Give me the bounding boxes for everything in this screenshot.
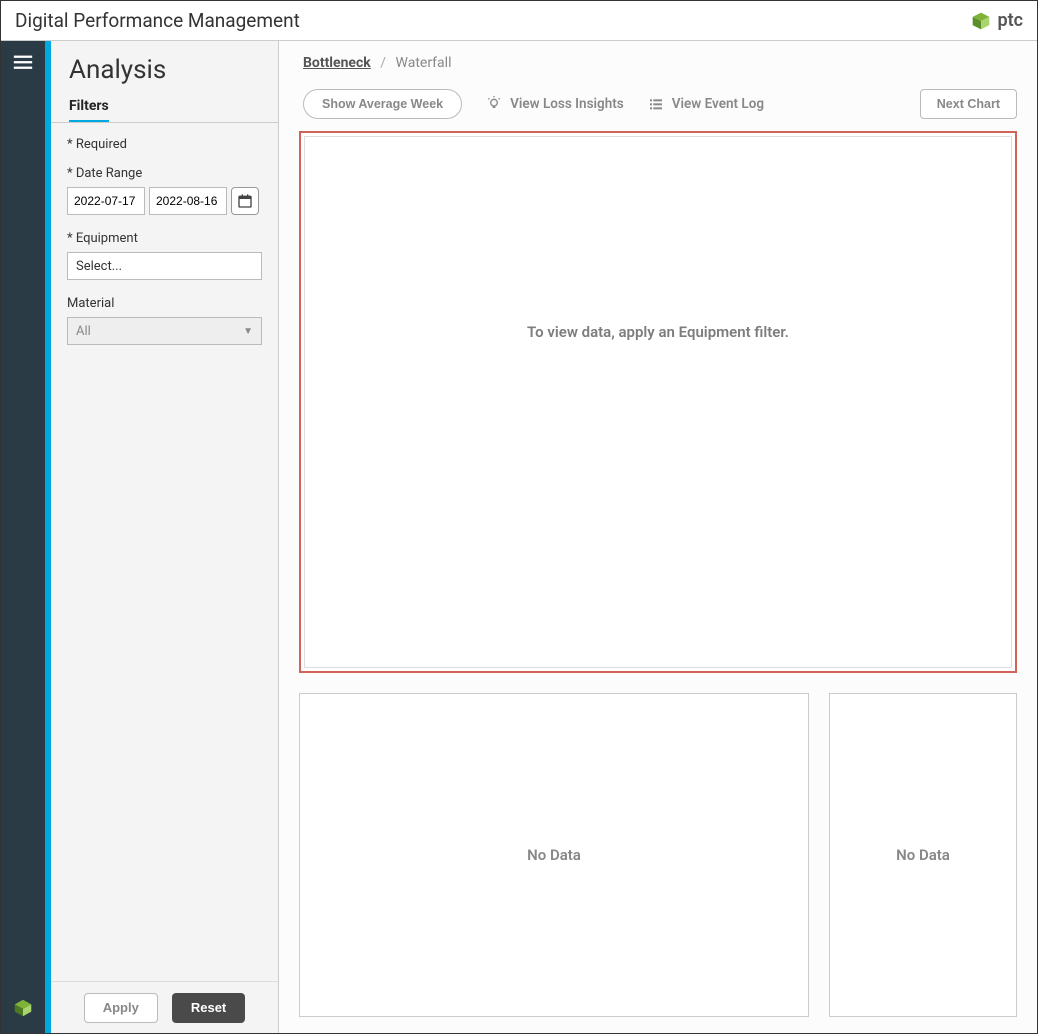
- view-event-log-button[interactable]: View Event Log: [648, 96, 764, 112]
- chart-empty-message: To view data, apply an Equipment filter.: [527, 323, 789, 341]
- brand-text: ptc: [997, 10, 1023, 31]
- no-data-right: No Data: [896, 846, 950, 864]
- next-chart-button[interactable]: Next Chart: [920, 89, 1017, 119]
- material-value: All: [76, 324, 91, 339]
- filters-tab-label: Filters: [69, 98, 109, 123]
- view-loss-insights-button[interactable]: View Loss Insights: [486, 96, 624, 112]
- reset-button[interactable]: Reset: [172, 993, 245, 1023]
- cube-icon: [12, 997, 34, 1019]
- bottom-panel-left: No Data: [299, 693, 809, 1017]
- filters-body: * Required * Date Range * Equipment Sele…: [51, 123, 278, 981]
- ptc-cube-icon: [971, 11, 991, 31]
- equipment-placeholder: Select...: [76, 259, 122, 274]
- app-header: Digital Performance Management ptc: [1, 1, 1037, 41]
- nav-footer-logo: [12, 997, 34, 1023]
- nav-rail: [1, 41, 45, 1033]
- app-title: Digital Performance Management: [15, 9, 300, 32]
- date-range-label: * Date Range: [67, 166, 262, 181]
- chevron-down-icon: ▼: [243, 326, 253, 337]
- event-log-label: View Event Log: [672, 96, 764, 112]
- toolbar: Show Average Week View Loss Insights: [299, 89, 1017, 119]
- bottom-panel-right: No Data: [829, 693, 1017, 1017]
- equipment-label: * Equipment: [67, 231, 262, 246]
- calendar-button[interactable]: [231, 187, 259, 215]
- date-start-input[interactable]: [67, 187, 145, 215]
- main-chart-panel: To view data, apply an Equipment filter.: [299, 131, 1017, 673]
- lightbulb-icon: [486, 96, 502, 112]
- sidebar-header: Analysis: [51, 41, 278, 95]
- calendar-icon: [237, 193, 253, 209]
- list-icon: [648, 96, 664, 112]
- breadcrumb-separator: /: [380, 55, 386, 71]
- breadcrumb-active[interactable]: Bottleneck: [303, 55, 371, 71]
- loss-insights-label: View Loss Insights: [510, 96, 624, 112]
- brand-logo: ptc: [971, 10, 1023, 31]
- material-label: Material: [67, 296, 262, 311]
- sidebar: Analysis Filters * Required * Date Range: [51, 41, 279, 1033]
- sidebar-title: Analysis: [69, 55, 260, 85]
- main-content: Bottleneck / Waterfall Show Average Week…: [279, 41, 1037, 1033]
- breadcrumb: Bottleneck / Waterfall: [299, 55, 1017, 71]
- no-data-left: No Data: [527, 846, 581, 864]
- required-note: * Required: [67, 137, 262, 152]
- material-select[interactable]: All ▼: [67, 317, 262, 345]
- filters-tab[interactable]: Filters: [51, 95, 278, 123]
- menu-toggle[interactable]: [12, 51, 34, 77]
- sidebar-footer: Apply Reset: [51, 981, 278, 1033]
- equipment-select[interactable]: Select...: [67, 252, 262, 280]
- hamburger-icon: [12, 51, 34, 73]
- show-average-week-button[interactable]: Show Average Week: [303, 89, 462, 119]
- breadcrumb-next[interactable]: Waterfall: [396, 55, 452, 71]
- date-end-input[interactable]: [149, 187, 227, 215]
- apply-button[interactable]: Apply: [84, 993, 158, 1023]
